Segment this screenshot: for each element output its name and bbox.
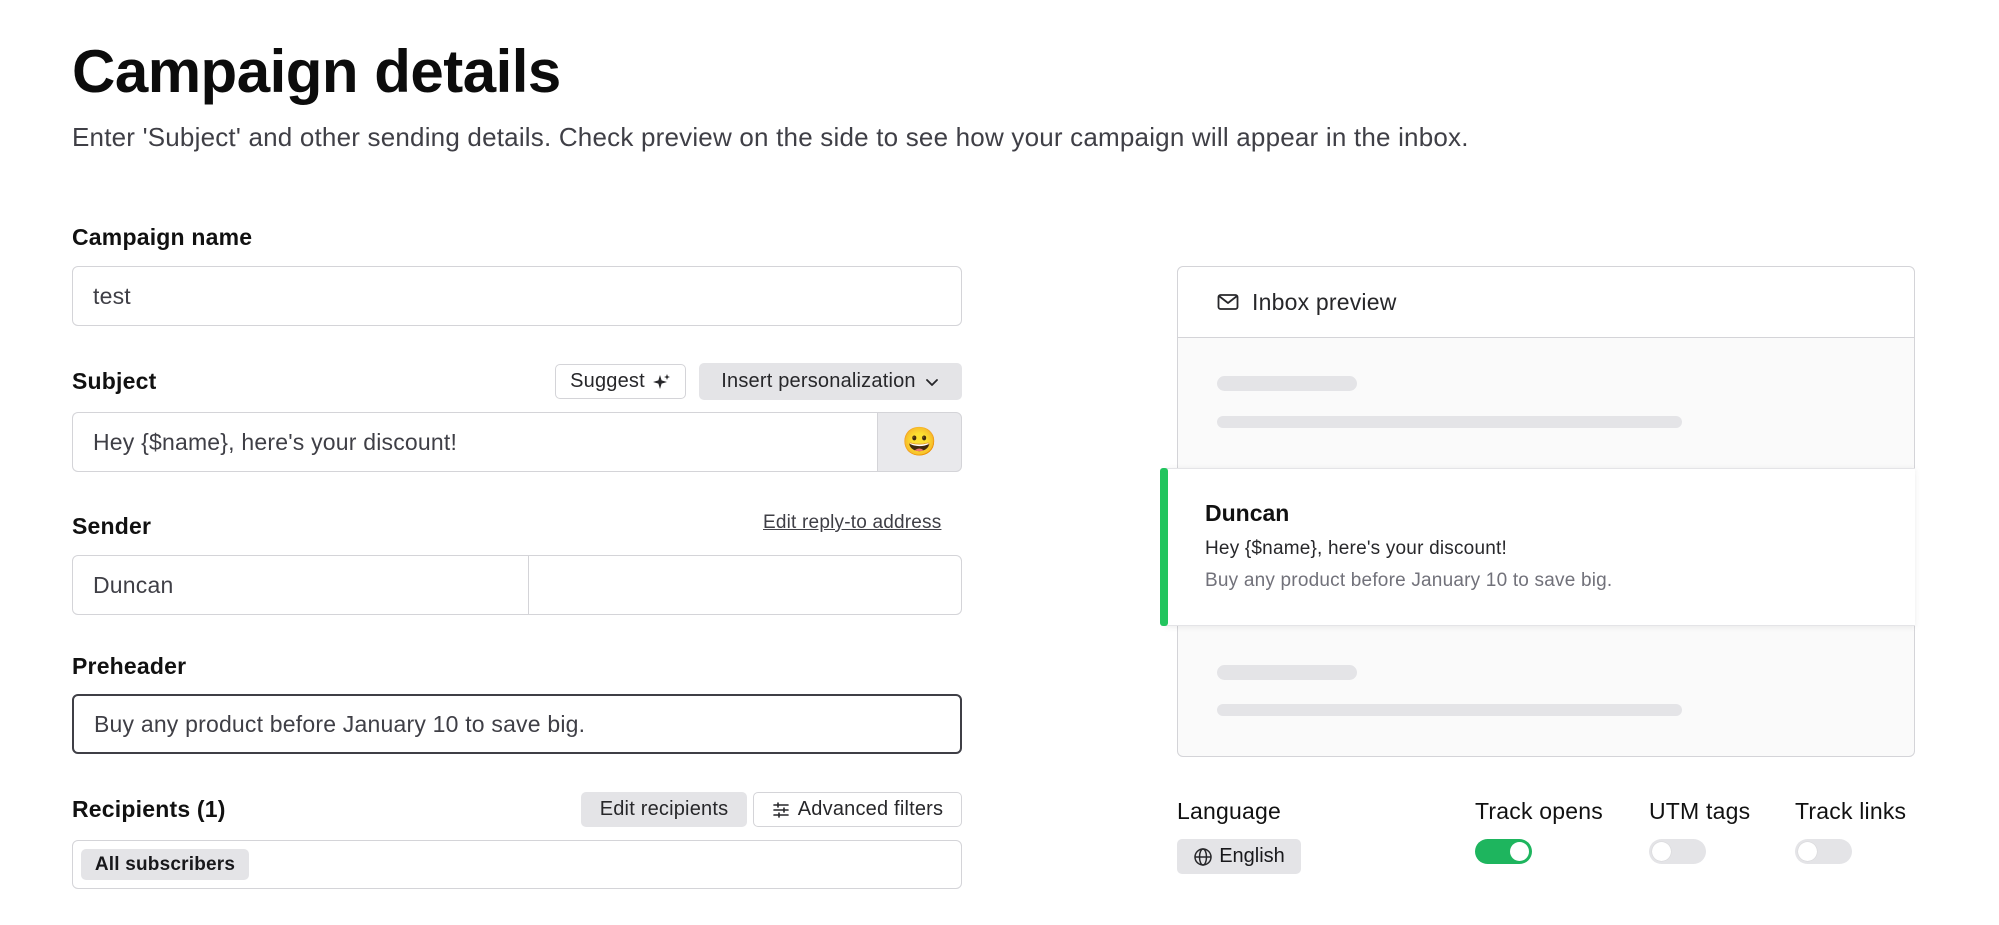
language-select[interactable]: English bbox=[1177, 839, 1301, 874]
edit-reply-to-link[interactable]: Edit reply-to address bbox=[763, 512, 941, 534]
sender-name-input[interactable]: Duncan bbox=[72, 555, 529, 615]
campaign-name-input[interactable]: test bbox=[72, 266, 962, 326]
language-label: Language bbox=[1177, 798, 1281, 824]
emoji-button[interactable]: 😀 bbox=[877, 412, 962, 472]
toggle-knob bbox=[1652, 842, 1671, 861]
sender-label: Sender bbox=[72, 513, 152, 539]
inbox-preview-title: Inbox preview bbox=[1252, 288, 1397, 315]
suggest-button[interactable]: Suggest bbox=[555, 364, 686, 399]
insert-personalization-label: Insert personalization bbox=[721, 370, 916, 392]
edit-recipients-label: Edit recipients bbox=[599, 798, 729, 820]
subject-value: Hey {$name}, here's your discount! bbox=[93, 428, 458, 455]
globe-icon bbox=[1194, 847, 1212, 866]
preview-subject: Hey {$name}, here's your discount! bbox=[1205, 538, 1507, 559]
sparkle-icon bbox=[652, 373, 670, 389]
email-preview-accent bbox=[1160, 468, 1168, 626]
edit-recipients-button[interactable]: Edit recipients bbox=[581, 792, 747, 827]
preheader-value: Buy any product before January 10 to sav… bbox=[94, 710, 586, 737]
toggle-knob bbox=[1510, 842, 1529, 861]
skeleton-line bbox=[1217, 665, 1357, 680]
sender-name-value: Duncan bbox=[93, 571, 174, 598]
preheader-input[interactable]: Buy any product before January 10 to sav… bbox=[72, 694, 962, 754]
insert-personalization-button[interactable]: Insert personalization bbox=[699, 363, 962, 400]
preheader-label: Preheader bbox=[72, 653, 187, 679]
skeleton-line bbox=[1217, 704, 1682, 716]
track-opens-toggle[interactable] bbox=[1475, 839, 1532, 864]
sliders-icon bbox=[772, 801, 789, 818]
preview-preheader: Buy any product before January 10 to sav… bbox=[1205, 570, 1613, 591]
mail-icon bbox=[1217, 294, 1239, 310]
campaign-name-value: test bbox=[93, 282, 131, 309]
suggest-label: Suggest bbox=[570, 370, 645, 392]
emoji-icon: 😀 bbox=[902, 426, 937, 457]
subject-label: Subject bbox=[72, 368, 157, 394]
skeleton-line bbox=[1217, 416, 1682, 428]
track-links-label: Track links bbox=[1795, 798, 1907, 824]
sender-email-input[interactable] bbox=[528, 555, 962, 615]
page-subtitle: Enter 'Subject' and other sending detail… bbox=[72, 122, 1469, 152]
toggle-knob bbox=[1798, 842, 1817, 861]
language-value: English bbox=[1219, 845, 1285, 867]
advanced-filters-label: Advanced filters bbox=[797, 798, 944, 820]
recipients-label: Recipients (1) bbox=[72, 796, 226, 822]
inbox-preview-header: Inbox preview bbox=[1178, 267, 1914, 338]
advanced-filters-button[interactable]: Advanced filters bbox=[753, 792, 962, 827]
skeleton-line bbox=[1217, 376, 1357, 391]
subject-input[interactable]: Hey {$name}, here's your discount! bbox=[72, 412, 878, 472]
utm-tags-label: UTM tags bbox=[1649, 798, 1751, 824]
preview-sender: Duncan bbox=[1205, 500, 1290, 526]
track-links-toggle[interactable] bbox=[1795, 839, 1852, 864]
track-opens-label: Track opens bbox=[1475, 798, 1603, 824]
recipient-tag[interactable]: All subscribers bbox=[81, 849, 249, 880]
campaign-name-label: Campaign name bbox=[72, 224, 253, 250]
recipients-field[interactable]: All subscribers bbox=[72, 840, 962, 889]
chevron-down-icon bbox=[925, 378, 938, 386]
page-title: Campaign details bbox=[72, 38, 561, 105]
utm-tags-toggle[interactable] bbox=[1649, 839, 1706, 864]
